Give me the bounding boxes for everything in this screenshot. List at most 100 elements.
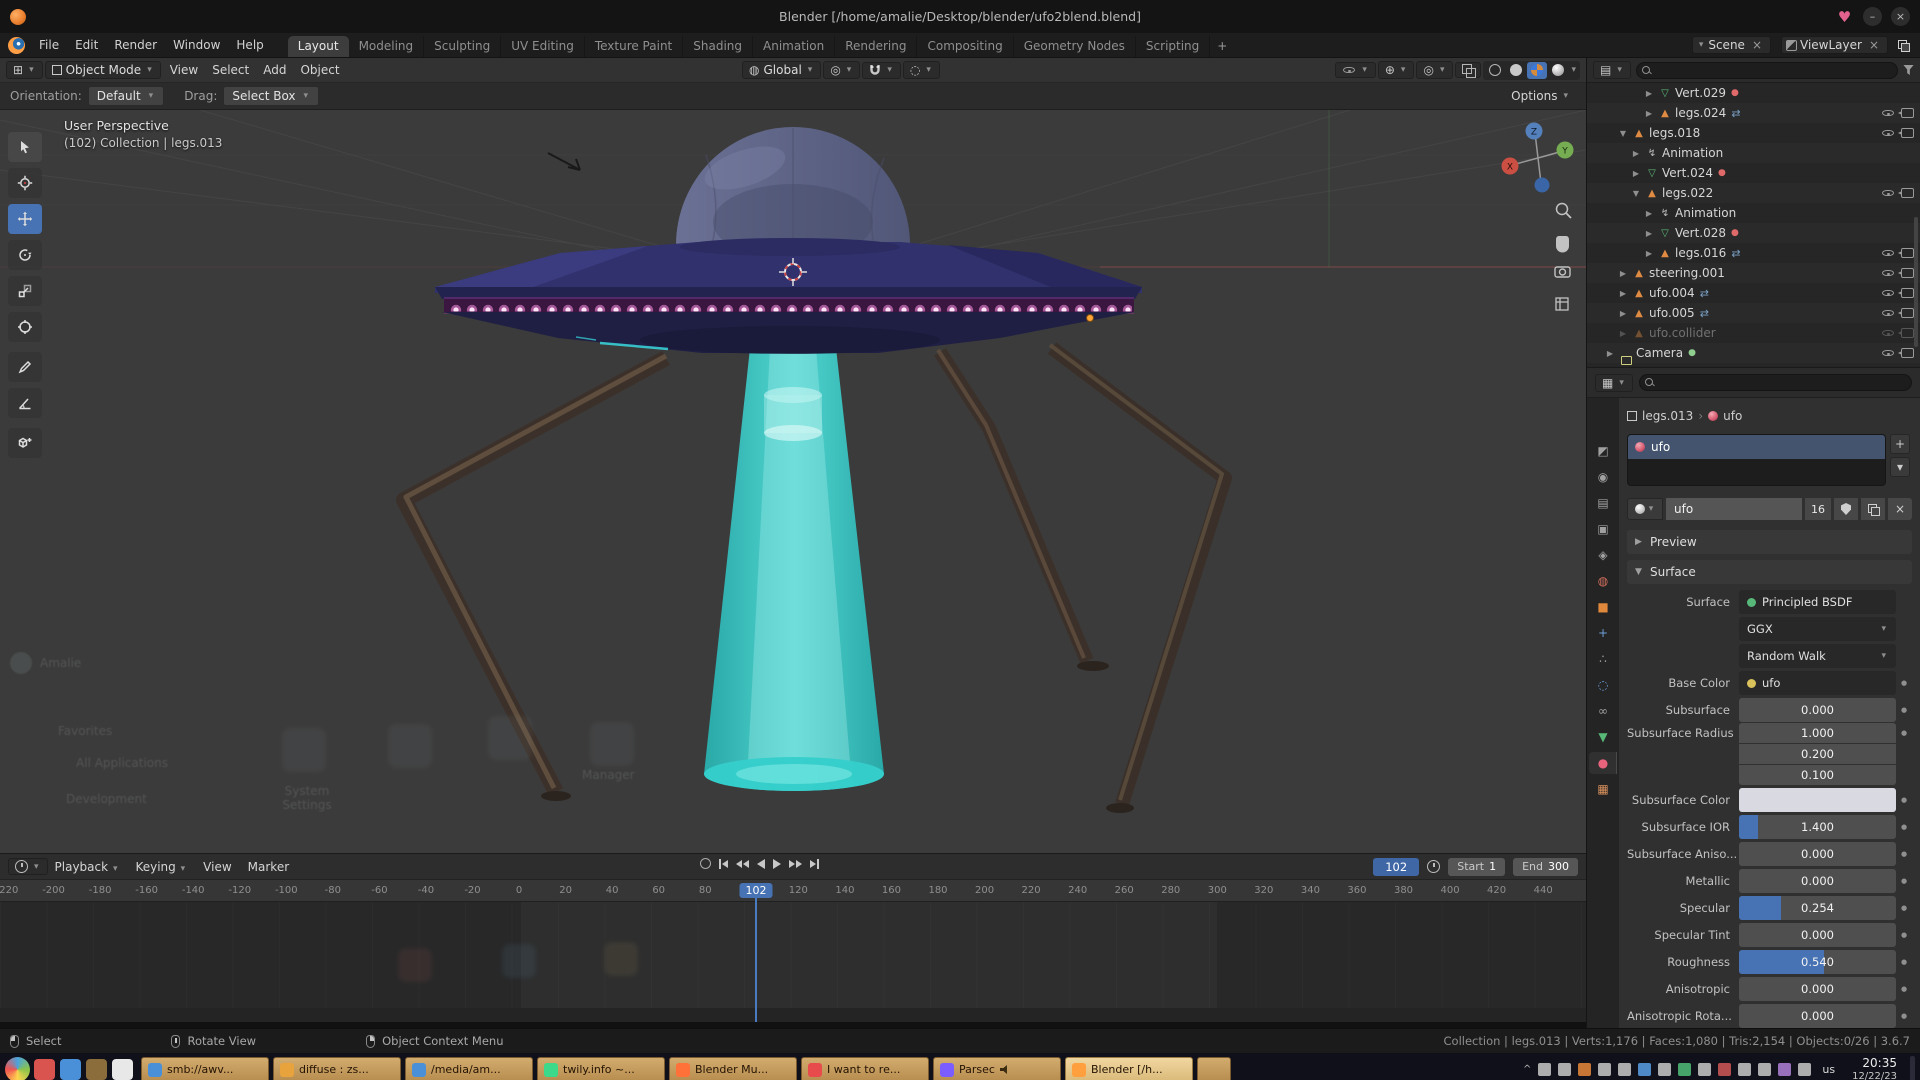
transform-tool[interactable] (8, 312, 42, 342)
pinned-app-icon-2[interactable] (60, 1059, 81, 1080)
disclosure-icon[interactable]: ▶ (1630, 169, 1642, 178)
tab-compositing[interactable]: Compositing (917, 36, 1013, 57)
copy-material-button[interactable] (1861, 498, 1885, 520)
material-users-count[interactable]: 16 (1805, 498, 1831, 520)
clock-widget[interactable]: 20:35 12/22/23 (1852, 1057, 1897, 1080)
properties-tab-render[interactable]: ◉ (1589, 466, 1617, 488)
tab-shading[interactable]: Shading (683, 36, 753, 57)
measure-tool[interactable] (8, 388, 42, 418)
pinned-app-icon-1[interactable] (34, 1059, 55, 1080)
current-frame-field[interactable]: 102 (1373, 858, 1419, 876)
timeline-ruler[interactable]: -220-200-180-160-140-120-100-80-60-40-20… (0, 880, 1586, 902)
timeline-editor-type-button[interactable]: ▾ (8, 858, 48, 875)
properties-editor-type-button[interactable]: ▦▾ (1595, 374, 1633, 392)
perspective-toggle-icon[interactable] (1556, 298, 1568, 310)
transform-orientation-selector[interactable]: ◍ Global ▾ (742, 61, 821, 79)
pivot-point-selector[interactable]: ◎▾ (823, 61, 860, 79)
material-slot-list[interactable]: ufo (1627, 434, 1886, 486)
tab-rendering[interactable]: Rendering (835, 36, 917, 57)
render-visibility-icon[interactable] (1901, 188, 1914, 198)
frame-end-field[interactable]: End 300 (1513, 858, 1578, 876)
value-slider-subsurface[interactable]: 0.000 (1739, 698, 1896, 722)
render-visibility-icon[interactable] (1901, 268, 1914, 278)
play-reverse-button[interactable] (757, 859, 765, 869)
value-slider-subsurface-radius[interactable]: 1.000 (1739, 723, 1896, 743)
decorator-dot[interactable]: ● (1896, 877, 1912, 885)
drag-dropdown[interactable]: Select Box▾ (223, 86, 319, 106)
decorator-dot[interactable]: ● (1896, 985, 1912, 993)
taskbar-button-parsec[interactable]: Parsec (933, 1057, 1061, 1080)
timeline-menu-playback[interactable]: Playback ▾ (48, 858, 127, 876)
add-slot-button[interactable]: + (1890, 434, 1910, 454)
render-visibility-icon[interactable] (1901, 288, 1914, 298)
scale-tool[interactable] (8, 276, 42, 306)
value-slider-metallic[interactable]: 0.000 (1739, 869, 1896, 893)
decorator-dot[interactable]: ● (1896, 729, 1912, 737)
axis-neg-z-ball[interactable] (1535, 178, 1550, 193)
add-workspace-button[interactable]: + (1210, 36, 1234, 57)
tray-icon-5[interactable] (1618, 1063, 1631, 1076)
cursor-tool[interactable] (8, 168, 42, 198)
outliner-row-vert-029[interactable]: ▶▽Vert.029● (1587, 83, 1920, 103)
properties-tab-material[interactable]: ● (1589, 752, 1617, 774)
camera-view-icon[interactable] (1555, 267, 1570, 277)
outliner-row-ufo-004[interactable]: ▶▲ufo.004⇄ (1587, 283, 1920, 303)
tray-icon-3[interactable] (1578, 1063, 1591, 1076)
tray-icon-6[interactable] (1638, 1063, 1651, 1076)
outliner-row-vert-028[interactable]: ▶▽Vert.028● (1587, 223, 1920, 243)
outliner-row-ufo-005[interactable]: ▶▲ufo.005⇄ (1587, 303, 1920, 323)
outliner-row-legs-024[interactable]: ▶▲legs.024⇄ (1587, 103, 1920, 123)
tray-icon-13[interactable] (1778, 1063, 1791, 1076)
timeline-menu-marker[interactable]: Marker (241, 858, 296, 876)
pan-hand-icon[interactable] (1556, 236, 1569, 253)
eye-visibility-icon[interactable] (1881, 327, 1895, 339)
properties-tab-view-layer[interactable]: ▣ (1589, 518, 1617, 540)
properties-tab-object[interactable]: ■ (1589, 596, 1617, 618)
pinned-app-icon-3[interactable] (86, 1059, 107, 1080)
decorator-dot[interactable]: ● (1896, 706, 1912, 714)
value-slider-specular-tint[interactable]: 0.000 (1739, 923, 1896, 947)
frame-start-field[interactable]: Start 1 (1448, 858, 1505, 876)
scene-selector[interactable]: ▾ Scene × (1692, 36, 1771, 54)
properties-tab-tool[interactable]: ◩ (1589, 440, 1617, 462)
decorator-dot[interactable]: ● (1896, 931, 1912, 939)
decorator-dot[interactable]: ● (1896, 1012, 1912, 1020)
blender-logo-icon[interactable] (8, 37, 25, 54)
tray-expand-icon[interactable]: ^ (1523, 1064, 1531, 1075)
mode-selector[interactable]: Object Mode ▾ (45, 61, 161, 79)
next-keyframe-button[interactable] (789, 860, 802, 868)
tab-animation[interactable]: Animation (753, 36, 835, 57)
select-box-tool[interactable] (8, 132, 42, 162)
overlays-toggle[interactable]: ◎▾ (1416, 61, 1453, 79)
disclosure-icon[interactable]: ▶ (1643, 209, 1655, 218)
properties-tab-texture[interactable]: ▦ (1589, 778, 1617, 800)
breadcrumb-object[interactable]: legs.013 (1642, 409, 1693, 423)
render-visibility-icon[interactable] (1901, 328, 1914, 338)
decorator-dot[interactable]: ● (1896, 823, 1912, 831)
outliner-row-vert-024[interactable]: ▶▽Vert.024● (1587, 163, 1920, 183)
shading-solid-button[interactable] (1506, 62, 1526, 79)
viewport-3d[interactable]: User Perspective (102) Collection | legs… (0, 110, 1586, 853)
timeline-menu-view[interactable]: View (196, 858, 238, 876)
outliner-row-animation[interactable]: ▶↯Animation (1587, 203, 1920, 223)
disclosure-icon[interactable]: ▶ (1643, 89, 1655, 98)
eye-visibility-icon[interactable] (1881, 347, 1895, 359)
proportional-editing-selector[interactable]: ◌▾ (903, 61, 940, 79)
taskbar-button-diffuse-zs[interactable]: diffuse : zs... (273, 1057, 401, 1080)
properties-tab-data[interactable]: ▼ (1589, 726, 1617, 748)
menu-render[interactable]: Render (106, 36, 165, 54)
viewport-menu-select[interactable]: Select (205, 61, 256, 79)
disclosure-icon[interactable]: ▶ (1643, 109, 1655, 118)
annotate-tool[interactable] (8, 352, 42, 382)
menu-file[interactable]: File (31, 36, 67, 54)
tab-sculpting[interactable]: Sculpting (424, 36, 501, 57)
taskbar-button-i-want-to-re[interactable]: I want to re... (801, 1057, 929, 1080)
shading-options-icon[interactable]: ▾ (1569, 65, 1578, 75)
breadcrumb-material[interactable]: ufo (1723, 409, 1742, 423)
tab-layout[interactable]: Layout (288, 36, 349, 57)
outliner-row-legs-018[interactable]: ▼▲legs.018 (1587, 123, 1920, 143)
value-slider-component[interactable]: 0.100 (1739, 765, 1896, 785)
use-preview-range-icon[interactable] (1427, 860, 1440, 873)
eye-visibility-icon[interactable] (1881, 247, 1895, 259)
outliner-scrollbar[interactable] (1914, 217, 1918, 347)
